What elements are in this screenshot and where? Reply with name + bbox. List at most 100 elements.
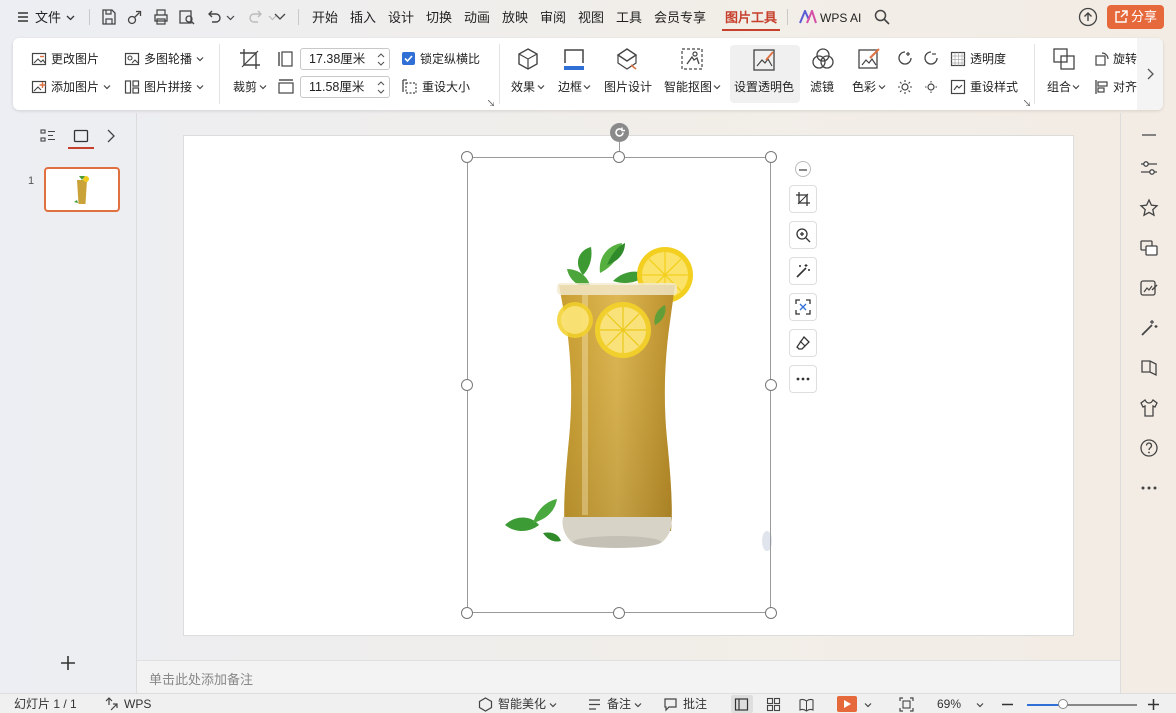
resize-handle-ne[interactable] (765, 151, 777, 163)
chevron-right-icon[interactable] (106, 129, 116, 143)
resize-handle-se[interactable] (765, 607, 777, 619)
multi-carousel-button[interactable]: 多图轮播 (144, 51, 192, 67)
spin-up-icon[interactable] (377, 80, 385, 86)
filter-button[interactable]: 滤镜 (810, 79, 834, 95)
rotate-button[interactable]: 旋转 (1113, 51, 1137, 67)
theme-name[interactable]: WPS (124, 697, 151, 712)
play-slideshow-button[interactable] (837, 696, 857, 712)
notes-toggle[interactable]: 备注 (607, 697, 631, 712)
float-more-button[interactable] (789, 365, 817, 393)
chevron-down-icon[interactable] (634, 701, 642, 709)
zoom-slider-knob[interactable] (1058, 699, 1068, 709)
print-icon[interactable] (152, 8, 170, 26)
effects-icon[interactable] (516, 47, 540, 71)
ribbon-scroll-right[interactable] (1137, 38, 1163, 110)
resize-handle-w[interactable] (461, 379, 473, 391)
set-transparent-icon[interactable] (752, 48, 776, 72)
contrast-up-icon[interactable] (897, 50, 913, 66)
reset-style-button[interactable]: 重设样式 (970, 79, 1018, 95)
chevron-down-icon[interactable] (66, 13, 75, 22)
transparency-icon[interactable] (950, 51, 966, 67)
search-icon[interactable] (873, 8, 891, 26)
normal-view-icon[interactable] (734, 697, 749, 712)
share-button[interactable]: 分享 (1107, 5, 1164, 29)
chevron-down-icon[interactable] (713, 83, 721, 91)
crop-button[interactable]: 裁剪 (233, 79, 257, 95)
chevron-down-icon[interactable] (103, 83, 111, 91)
chevron-down-icon[interactable] (549, 701, 557, 709)
tab-slideshow[interactable]: 放映 (502, 8, 528, 28)
width-input[interactable]: 17.38厘米 (300, 48, 390, 70)
chevron-down-icon[interactable] (196, 55, 204, 63)
chevron-down-icon[interactable] (583, 83, 591, 91)
chevron-down-icon[interactable] (259, 83, 267, 91)
save-icon[interactable] (100, 8, 118, 26)
chevron-down-icon[interactable] (976, 701, 984, 709)
smart-beautify-button[interactable]: 智能美化 (498, 697, 546, 712)
tab-member[interactable]: 会员专享 (654, 8, 706, 28)
color-icon[interactable] (857, 47, 881, 71)
float-eraser-button[interactable] (789, 329, 817, 357)
add-picture-button[interactable]: 添加图片 (51, 79, 99, 95)
chevron-down-icon[interactable] (226, 13, 235, 22)
float-crop-button[interactable] (789, 185, 817, 213)
beautify-icon[interactable] (478, 697, 493, 712)
brightness-up-icon[interactable] (897, 79, 913, 95)
brightness-down-icon[interactable] (923, 79, 939, 95)
reading-view-icon[interactable] (799, 697, 814, 712)
undo-icon[interactable] (205, 8, 223, 26)
tools-icon[interactable] (1139, 318, 1159, 338)
lock-ratio-label[interactable]: 锁定纵横比 (420, 51, 480, 67)
color-button[interactable]: 色彩 (852, 79, 876, 95)
align-button[interactable]: 对齐 (1113, 79, 1137, 95)
rotate-handle[interactable] (610, 123, 629, 142)
contrast-down-icon[interactable] (923, 50, 939, 66)
collapse-sidebar-icon[interactable] (1139, 125, 1159, 145)
float-zoom-button[interactable] (789, 221, 817, 249)
align-icon[interactable] (1094, 79, 1110, 95)
tab-review[interactable]: 审阅 (540, 8, 566, 28)
float-cutout-button[interactable] (789, 293, 817, 321)
comment-icon[interactable] (663, 697, 678, 712)
chevron-down-icon[interactable] (196, 83, 204, 91)
notes-area[interactable]: 单击此处添加备注 (137, 660, 1120, 693)
smart-cutout-button[interactable]: 智能抠图 (664, 79, 712, 95)
tab-animation[interactable]: 动画 (464, 8, 490, 28)
wps-ai-icon[interactable] (799, 10, 817, 24)
redo-icon[interactable] (247, 8, 265, 26)
change-picture-button[interactable]: 更改图片 (51, 51, 99, 67)
share-link-icon[interactable] (126, 8, 144, 26)
file-menu[interactable]: 文件 (35, 8, 61, 28)
picture-mosaic-button[interactable]: 图片拼接 (144, 79, 192, 95)
comments-toggle[interactable]: 批注 (683, 697, 707, 712)
lock-ratio-checkbox[interactable] (402, 52, 415, 65)
notes-icon[interactable] (587, 697, 602, 712)
tab-view[interactable]: 视图 (578, 8, 604, 28)
filter-icon[interactable] (811, 47, 835, 71)
zoom-level[interactable]: 69% (937, 697, 961, 712)
tab-tools[interactable]: 工具 (616, 8, 642, 28)
zoom-in-icon[interactable] (1146, 697, 1161, 712)
tab-picture-tools[interactable]: 图片工具 (725, 8, 777, 28)
slide-thumbnail[interactable] (44, 167, 120, 212)
effects-button[interactable]: 效果 (511, 79, 535, 95)
hamburger-icon[interactable] (17, 11, 29, 23)
spin-up-icon[interactable] (377, 52, 385, 58)
chevron-down-icon[interactable] (1072, 83, 1080, 91)
cloud-upload-icon[interactable] (1078, 7, 1098, 27)
group-icon[interactable] (1052, 47, 1076, 71)
star-icon[interactable] (1139, 198, 1159, 218)
tab-home[interactable]: 开始 (312, 8, 338, 28)
resize-handle-sw[interactable] (461, 607, 473, 619)
rotate-icon[interactable] (1094, 51, 1110, 67)
chevron-down-icon[interactable] (878, 83, 886, 91)
dialog-launcher-icon[interactable] (1024, 100, 1030, 106)
border-icon[interactable] (562, 47, 586, 71)
collapse-toolbar-button[interactable] (795, 161, 811, 177)
theme-icon[interactable] (104, 697, 119, 712)
spin-down-icon[interactable] (377, 61, 385, 67)
float-magic-button[interactable] (789, 257, 817, 285)
grid-view-icon[interactable] (766, 697, 781, 712)
picture-edit-icon[interactable] (1139, 278, 1159, 298)
picture-design-icon[interactable] (615, 47, 639, 71)
